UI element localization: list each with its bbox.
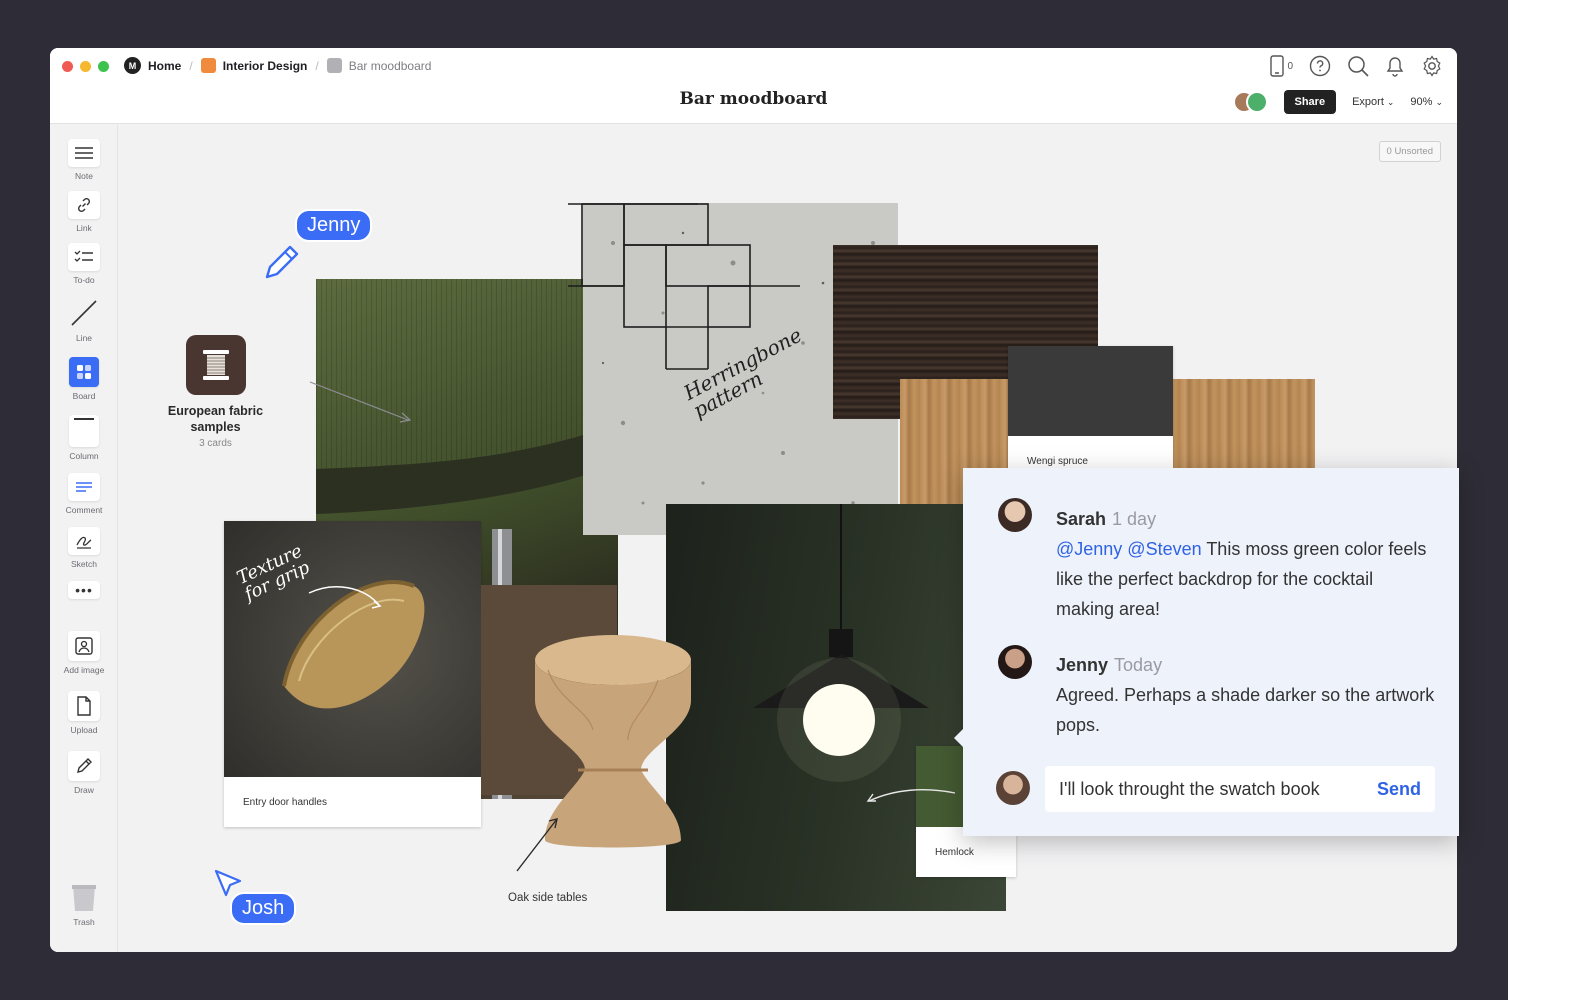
tool-comment[interactable]: Comment	[50, 473, 118, 515]
mobile-devices-button[interactable]: 0	[1270, 55, 1293, 77]
board-color-icon	[200, 58, 216, 73]
board-card-fabric[interactable]: European fabric samples 3 cards	[158, 335, 273, 449]
cursor-label-jenny: Jenny	[295, 209, 373, 242]
avatar	[1245, 91, 1268, 113]
draw-icon	[68, 751, 100, 781]
help-icon[interactable]	[1309, 55, 1331, 77]
breadcrumb-separator: /	[189, 58, 193, 73]
upload-icon	[68, 691, 100, 721]
gear-icon[interactable]	[1421, 55, 1443, 77]
export-dropdown[interactable]: Export ⌄	[1352, 96, 1394, 108]
comment-mentions[interactable]: @Jenny @Steven	[1056, 539, 1202, 559]
comment-time: 1 day	[1112, 509, 1157, 529]
comment-author: Sarah	[1056, 509, 1107, 529]
connector-arrow	[866, 789, 956, 802]
board-color-icon	[326, 58, 342, 73]
maximize-window-button[interactable]	[98, 61, 109, 72]
connector-arrow	[309, 381, 412, 423]
avatar-current-user	[996, 771, 1030, 805]
swatch-color	[1008, 346, 1173, 436]
reply-text: I'll look throught the swatch book	[1059, 778, 1320, 799]
breadcrumb-home[interactable]: M Home	[124, 57, 181, 74]
top-icons: 0	[1270, 55, 1443, 77]
trash-icon	[70, 883, 98, 913]
avatar-jenny	[998, 645, 1032, 679]
chevron-down-icon: ⌄	[1386, 96, 1395, 107]
breadcrumb-bar-moodboard[interactable]: Bar moodboard	[326, 58, 431, 73]
avatar-sarah	[998, 498, 1032, 532]
cursor-label-josh: Josh	[230, 892, 297, 925]
board-card-title: European fabric samples	[167, 404, 264, 434]
search-icon[interactable]	[1347, 55, 1369, 77]
tool-trash[interactable]: Trash	[50, 883, 118, 927]
tool-upload[interactable]: Upload	[50, 691, 118, 735]
comment-jenny: Jenny Today Agreed. Perhaps a shade darke…	[1056, 650, 1436, 740]
tool-add-image[interactable]: Add image	[50, 631, 118, 675]
zoom-dropdown[interactable]: 90% ⌄	[1410, 96, 1443, 108]
send-button[interactable]: Send	[1377, 779, 1421, 800]
todo-icon	[68, 243, 100, 271]
wengi-swatch[interactable]: Wengi spruce	[1008, 346, 1173, 486]
comment-icon	[68, 473, 100, 501]
oak-label: Oak side tables	[508, 892, 588, 904]
board-icon	[185, 335, 246, 395]
handles-label: Entry door handles	[224, 777, 481, 827]
tool-link[interactable]: Link	[50, 191, 118, 233]
pencil-cursor-icon	[265, 245, 299, 279]
tool-todo[interactable]: To-do	[50, 243, 118, 285]
column-icon	[69, 415, 99, 447]
tool-draw[interactable]: Draw	[50, 751, 118, 795]
door-handle-image: Texture for grip	[224, 521, 481, 777]
header-controls: Share Export ⌄ 90% ⌄	[1232, 90, 1443, 114]
collaborator-avatars[interactable]	[1232, 91, 1268, 113]
comment-time: Today	[1114, 655, 1163, 675]
comment-thread-panel: Sarah 1 day @Jenny @Steven This moss gree…	[954, 468, 1459, 836]
board-icon	[69, 357, 99, 387]
tool-sidebar: Note Link To-do Line Board Column Commen…	[50, 125, 118, 952]
line-icon	[68, 297, 100, 329]
minimize-window-button[interactable]	[80, 61, 91, 72]
breadcrumb-separator: /	[315, 58, 319, 73]
tool-sketch[interactable]: Sketch	[50, 527, 118, 569]
panel-pointer	[954, 727, 965, 749]
tool-column[interactable]: Column	[50, 415, 118, 461]
tool-more[interactable]: •••	[50, 581, 118, 599]
unsorted-badge[interactable]: 0 Unsorted	[1378, 141, 1441, 162]
tool-line[interactable]: Line	[50, 297, 118, 343]
phone-icon	[1270, 55, 1285, 77]
tool-note[interactable]: Note	[50, 139, 118, 181]
add-image-icon	[68, 631, 100, 661]
more-icon: •••	[68, 581, 100, 599]
chevron-down-icon: ⌄	[1435, 96, 1443, 107]
board-card-count: 3 cards	[199, 438, 232, 449]
comment-author: Jenny	[1056, 655, 1109, 675]
top-bar: M Home / Interior Design / Bar moodboard…	[50, 48, 1457, 124]
sketch-icon	[68, 527, 100, 555]
note-icon	[68, 139, 100, 167]
comment-sarah: Sarah 1 day @Jenny @Steven This moss gree…	[1056, 504, 1436, 624]
breadcrumb: M Home / Interior Design / Bar moodboard	[124, 57, 431, 74]
share-button[interactable]: Share	[1283, 90, 1337, 114]
door-handles-card[interactable]: Texture for grip Entry door handles	[224, 521, 481, 827]
link-icon	[68, 191, 100, 219]
milanote-logo-icon: M	[124, 57, 141, 74]
reply-input[interactable]: I'll look throught the swatch book Send	[1045, 766, 1435, 812]
comment-text: Agreed. Perhaps a shade darker so the ar…	[1056, 685, 1435, 735]
close-window-button[interactable]	[62, 61, 73, 72]
window-controls	[62, 61, 109, 72]
connector-arrow	[516, 818, 558, 872]
bell-icon[interactable]	[1385, 55, 1405, 77]
breadcrumb-interior-design[interactable]: Interior Design	[200, 58, 307, 73]
tool-board[interactable]: Board	[50, 357, 118, 401]
